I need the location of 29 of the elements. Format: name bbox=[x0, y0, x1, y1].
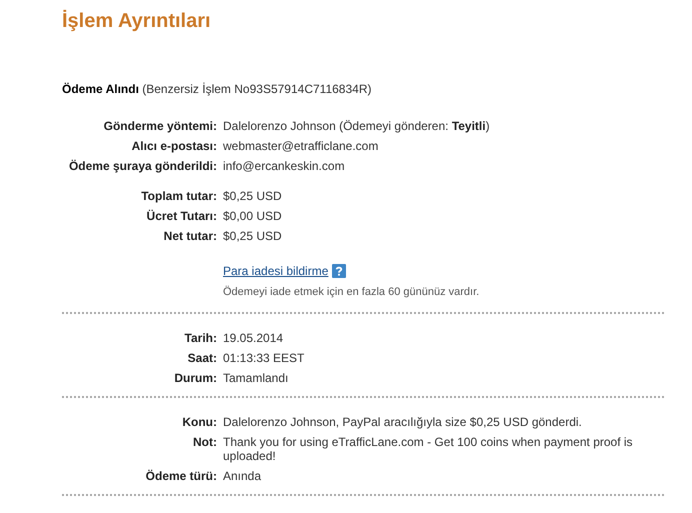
field-value: $0,25 USD bbox=[223, 189, 282, 203]
field-value: webmaster@etrafficlane.com bbox=[223, 139, 378, 153]
field-label: Net tutar: bbox=[164, 229, 217, 243]
help-icon[interactable] bbox=[332, 264, 346, 278]
field-value: info@ercankeskin.com bbox=[223, 159, 345, 173]
field-value: Thank you for using eTrafficLane.com - Get 100 coins when payment proof is uploaded! bbox=[223, 435, 634, 463]
refund-link[interactable]: Para iadesi bildirme bbox=[223, 264, 328, 278]
field-value: Dalelorenzo Johnson (Ödemeyi gönderen: Teyitli) bbox=[223, 119, 490, 133]
field-label: Konu: bbox=[182, 415, 217, 429]
field-value: Dalelorenzo Johnson, PayPal aracılığıyla size $0,25 USD gönderdi. bbox=[223, 415, 582, 429]
field-label: Toplam tutar: bbox=[141, 189, 217, 203]
field-label: Ödeme şuraya gönderildi: bbox=[68, 159, 217, 173]
page-title: İşlem Ayrıntıları bbox=[62, 8, 212, 34]
field-value: 01:13:33 EEST bbox=[223, 351, 304, 365]
field-label: Not: bbox=[193, 435, 217, 451]
field-value: $0,25 USD bbox=[223, 229, 282, 243]
field-label: Alıcı e-postası: bbox=[132, 139, 217, 153]
field-label: Durum: bbox=[174, 371, 217, 385]
field-value: Tamamlandı bbox=[223, 371, 288, 385]
field-value: Anında bbox=[223, 469, 262, 483]
field-label: Ödeme türü: bbox=[146, 469, 217, 483]
field-value: 19.05.2014 bbox=[223, 331, 284, 345]
field-label: Gönderme yöntemi: bbox=[104, 119, 217, 133]
refund-note: Ödemeyi iade etmek için en fazla 60 gününüz vardır. bbox=[223, 286, 480, 298]
field-label: Saat: bbox=[188, 351, 217, 365]
field-value: $0,00 USD bbox=[223, 209, 282, 223]
payment-header: Ödeme Alındı (Benzersiz İşlem No93S57914C7116834R) bbox=[62, 82, 372, 96]
field-label: Ücret Tutarı: bbox=[146, 209, 217, 223]
field-label: Tarih: bbox=[184, 331, 217, 345]
